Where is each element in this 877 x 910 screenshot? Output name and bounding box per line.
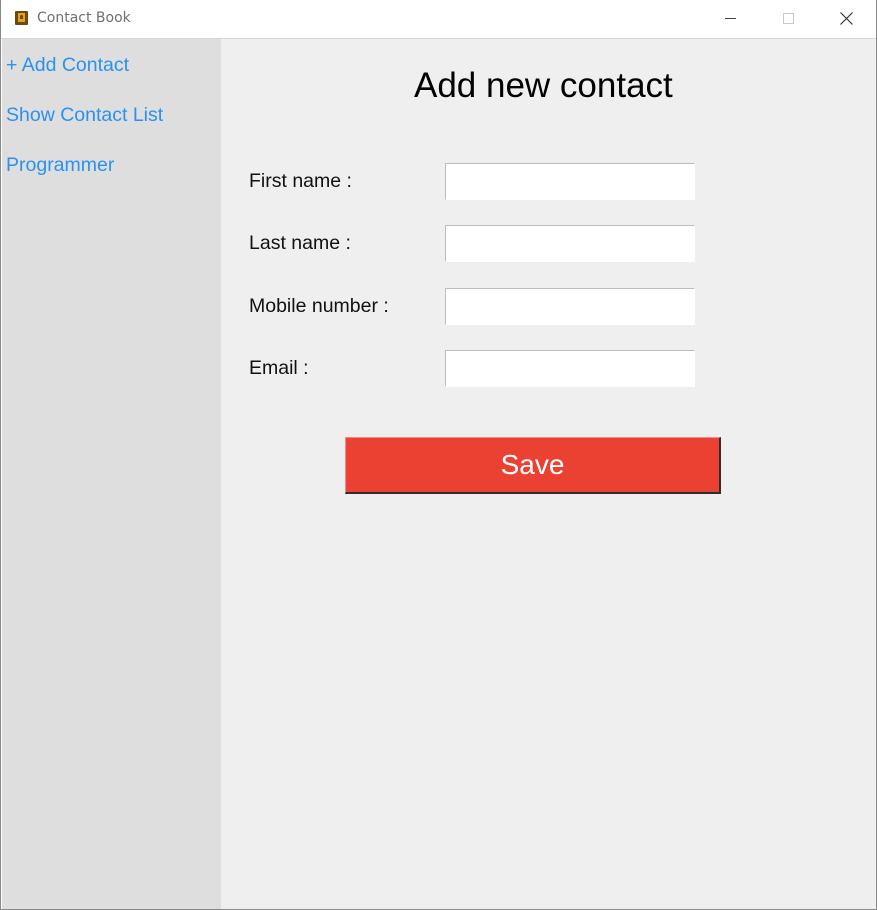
first-name-label: First name : — [249, 170, 352, 192]
title-bar: Contact Book — [1, 0, 876, 39]
sidebar-item-programmer[interactable]: Programmer — [6, 154, 114, 177]
last-name-label: Last name : — [249, 232, 351, 254]
mobile-number-field[interactable] — [445, 288, 695, 325]
sidebar: + Add Contact Show Contact List Programm… — [2, 39, 221, 909]
close-icon — [840, 12, 853, 25]
last-name-field[interactable] — [445, 225, 695, 262]
first-name-field[interactable] — [445, 163, 695, 200]
maximize-button[interactable] — [759, 0, 817, 38]
close-button[interactable] — [817, 0, 875, 38]
email-field[interactable] — [445, 350, 695, 387]
sidebar-item-add-contact[interactable]: + Add Contact — [6, 54, 129, 77]
main-panel: Add new contact First name : Last name :… — [221, 39, 876, 909]
window-title: Contact Book — [37, 10, 131, 26]
email-label: Email : — [249, 357, 309, 379]
contact-book-icon — [15, 11, 28, 25]
minimize-button[interactable] — [701, 0, 759, 38]
app-window: Contact Book + Add Contact Show Contact … — [0, 0, 877, 910]
save-button[interactable]: Save — [345, 437, 721, 494]
page-title: Add new contact — [414, 66, 673, 105]
mobile-number-label: Mobile number : — [249, 295, 389, 317]
sidebar-item-show-contact-list[interactable]: Show Contact List — [6, 104, 163, 127]
minimize-icon — [725, 18, 736, 19]
maximize-icon — [783, 13, 794, 24]
